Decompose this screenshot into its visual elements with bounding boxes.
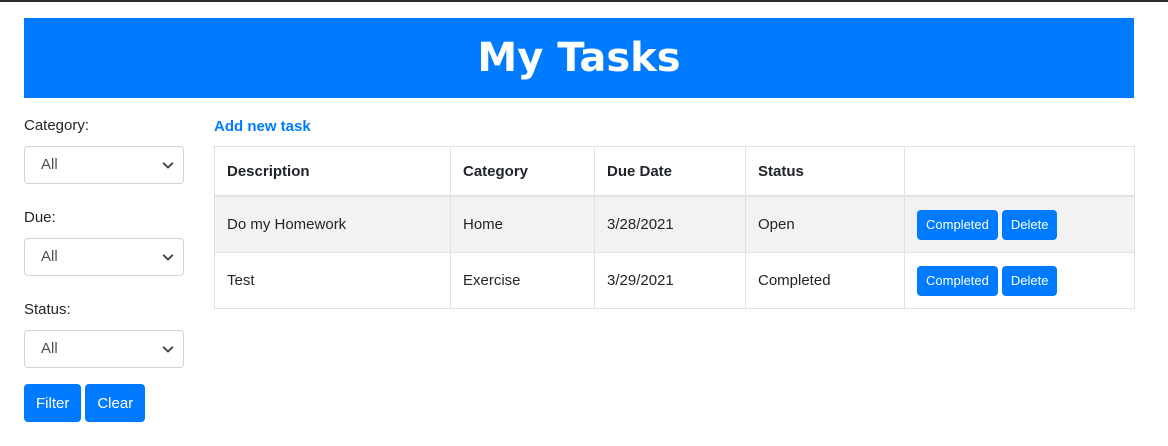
task-description: Test	[214, 252, 451, 309]
delete-button[interactable]: Delete	[1001, 209, 1058, 240]
due-select[interactable]: All	[24, 238, 184, 276]
filter-button[interactable]: Filter	[24, 384, 82, 422]
task-actions: Completed Delete	[904, 195, 1135, 253]
table-row: Do my Homework Home 3/28/2021 Open Compl…	[214, 195, 1135, 253]
column-header-category: Category	[450, 146, 595, 197]
due-filter-label: Due:	[24, 209, 56, 226]
task-status: Open	[745, 195, 905, 253]
clear-button[interactable]: Clear	[85, 384, 146, 422]
task-category: Exercise	[450, 252, 595, 309]
add-new-task-link[interactable]: Add new task	[214, 116, 311, 138]
task-category: Home	[450, 195, 595, 253]
completed-button[interactable]: Completed	[917, 265, 998, 296]
category-select[interactable]: All	[24, 146, 184, 184]
table-row: Test Exercise 3/29/2021 Completed Comple…	[214, 252, 1135, 309]
column-header-status: Status	[745, 146, 905, 197]
due-select-value: All	[41, 248, 58, 265]
task-due-date: 3/29/2021	[594, 252, 746, 309]
page-title: My Tasks	[477, 35, 681, 81]
task-due-date: 3/28/2021	[594, 195, 746, 253]
task-panel: Add new task Description Category Due Da…	[214, 116, 1135, 309]
status-select[interactable]: All	[24, 330, 184, 368]
task-table: Description Category Due Date Status Do …	[214, 146, 1135, 309]
column-header-actions	[904, 146, 1135, 197]
column-header-description: Description	[214, 146, 451, 197]
chevron-down-icon	[162, 346, 174, 353]
task-description: Do my Homework	[214, 195, 451, 253]
filter-sidebar: Category: All Due: All Status: All Filte…	[24, 116, 184, 422]
completed-button[interactable]: Completed	[917, 209, 998, 240]
category-select-value: All	[41, 156, 58, 173]
page-header: My Tasks	[24, 18, 1134, 98]
chevron-down-icon	[162, 254, 174, 261]
status-filter-label: Status:	[24, 301, 71, 318]
task-actions: Completed Delete	[904, 252, 1135, 309]
category-filter-label: Category:	[24, 117, 90, 134]
delete-button[interactable]: Delete	[1001, 265, 1058, 296]
filter-actions: Filter Clear	[24, 384, 184, 422]
status-select-value: All	[41, 340, 58, 357]
task-status: Completed	[745, 252, 905, 309]
chevron-down-icon	[162, 162, 174, 169]
column-header-due-date: Due Date	[594, 146, 746, 197]
table-header-row: Description Category Due Date Status	[214, 146, 1135, 197]
